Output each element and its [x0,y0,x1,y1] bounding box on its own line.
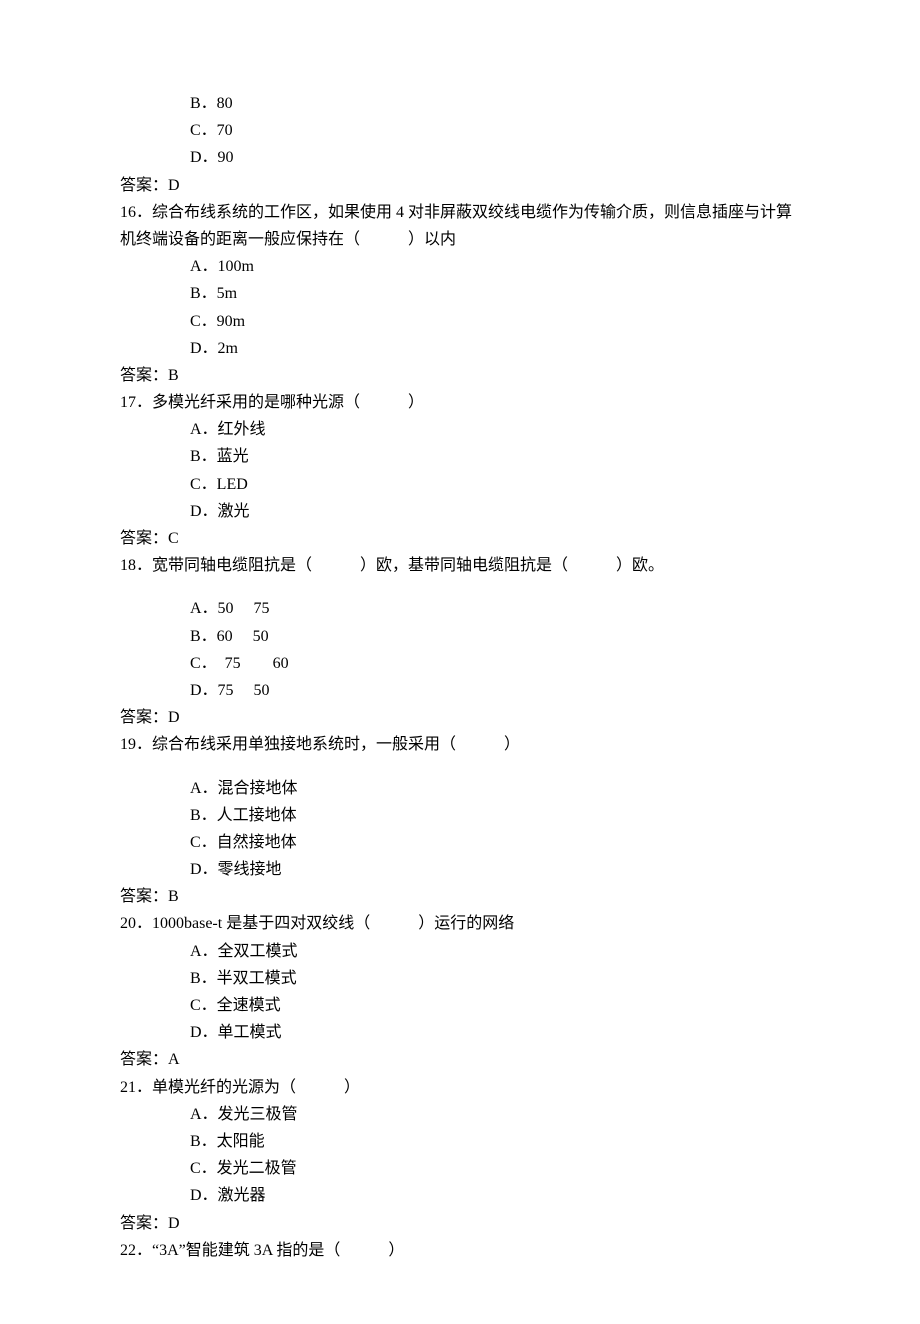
q18-option-c: C． 75 60 [120,650,800,677]
q21-option-d: D．激光器 [120,1182,800,1209]
q17-option-c: C．LED [120,471,800,498]
q21-option-b: B．太阳能 [120,1128,800,1155]
q18-answer: 答案：D [120,704,800,731]
q21-stem: 21．单模光纤的光源为（ ） [120,1074,800,1101]
q15-answer: 答案：D [120,172,800,199]
q16-option-d: D．2m [120,335,800,362]
q21-option-a: A．发光三极管 [120,1101,800,1128]
q16-option-c: C．90m [120,308,800,335]
q21-answer: 答案：D [120,1210,800,1237]
q20-stem: 20．1000base-t 是基于四对双绞线（ ）运行的网络 [120,910,800,937]
q20-option-c: C．全速模式 [120,992,800,1019]
q19-stem: 19．综合布线采用单独接地系统时，一般采用（ ） [120,731,800,758]
q15-option-d: D．90 [120,144,800,171]
q20-option-d: D．单工模式 [120,1019,800,1046]
q19-option-a: A．混合接地体 [120,775,800,802]
document-page: B．80 C．70 D．90 答案：D 16．综合布线系统的工作区，如果使用 4… [0,0,920,1324]
q17-option-d: D．激光 [120,498,800,525]
q22-stem: 22．“3A”智能建筑 3A 指的是（ ） [120,1237,800,1264]
q20-option-b: B．半双工模式 [120,965,800,992]
q19-answer: 答案：B [120,883,800,910]
q19-option-c: C．自然接地体 [120,829,800,856]
q16-option-b: B．5m [120,280,800,307]
blank-line [120,759,800,775]
q17-option-a: A．红外线 [120,416,800,443]
q19-option-d: D．零线接地 [120,856,800,883]
q17-stem: 17．多模光纤采用的是哪种光源（ ） [120,389,800,416]
q16-stem: 16．综合布线系统的工作区，如果使用 4 对非屏蔽双绞线电缆作为传输介质，则信息… [120,199,800,253]
q17-answer: 答案：C [120,525,800,552]
q20-option-a: A．全双工模式 [120,938,800,965]
q21-option-c: C．发光二极管 [120,1155,800,1182]
q16-answer: 答案：B [120,362,800,389]
q20-answer: 答案：A [120,1046,800,1073]
q18-option-a: A．50 75 [120,595,800,622]
q17-option-b: B．蓝光 [120,443,800,470]
q18-option-b: B．60 50 [120,623,800,650]
q16-option-a: A．100m [120,253,800,280]
q18-option-d: D．75 50 [120,677,800,704]
q15-option-b: B．80 [120,90,800,117]
blank-line [120,579,800,595]
q19-option-b: B．人工接地体 [120,802,800,829]
q15-option-c: C．70 [120,117,800,144]
q18-stem: 18．宽带同轴电缆阻抗是（ ）欧，基带同轴电缆阻抗是（ ）欧。 [120,552,800,579]
